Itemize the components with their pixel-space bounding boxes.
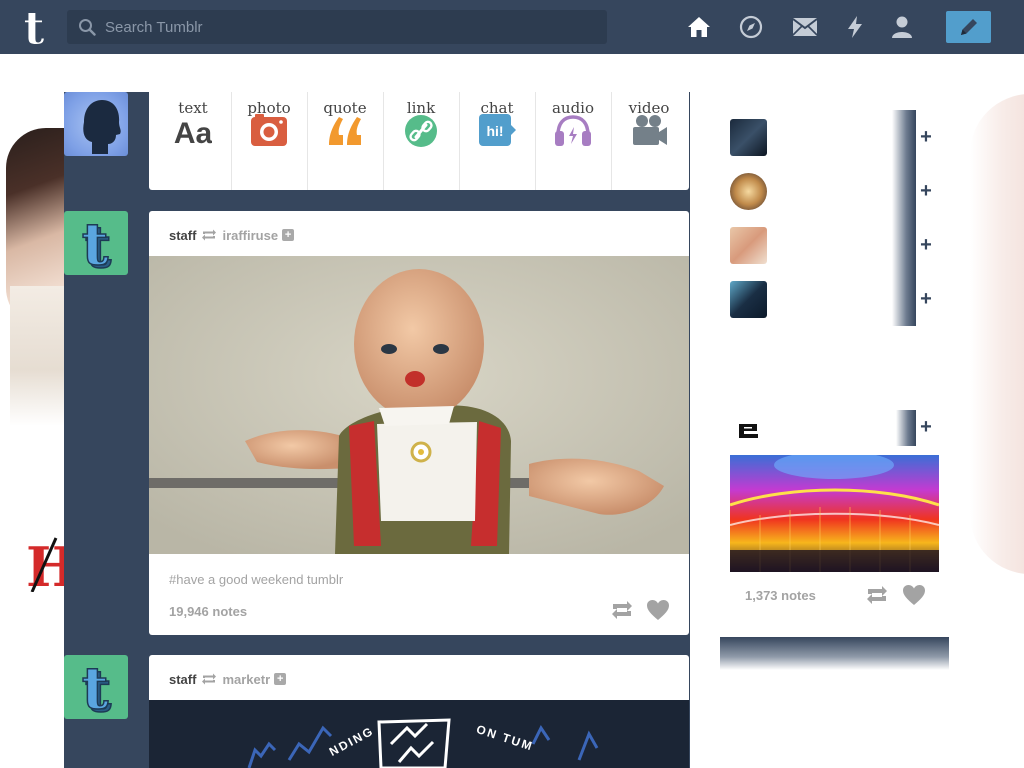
tumblr-t-icon: t t xyxy=(81,655,113,719)
background-image-left: H xyxy=(0,54,64,768)
reblog-source-link[interactable]: iraffiruse xyxy=(222,228,278,243)
staff-avatar[interactable]: t t xyxy=(64,655,128,719)
follow-blog-button[interactable]: + xyxy=(918,288,934,310)
quote-icon xyxy=(329,117,361,145)
new-chat-post-button[interactable]: chat hi! xyxy=(459,92,535,190)
recommended-blog-avatar[interactable] xyxy=(730,119,767,156)
new-video-post-button[interactable]: video xyxy=(611,92,687,190)
post-author-link[interactable]: staff xyxy=(169,672,196,687)
svg-text:t: t xyxy=(82,211,109,275)
chat-icon: hi! xyxy=(479,114,516,146)
radar-like-button[interactable] xyxy=(902,584,926,606)
my-avatar[interactable] xyxy=(64,92,128,156)
silhouette-icon xyxy=(83,100,121,154)
dashboard-post: staff marketr + NDING ON TUM xyxy=(149,655,689,768)
search-icon xyxy=(79,19,96,36)
search-input[interactable] xyxy=(105,10,600,44)
new-photo-post-button[interactable]: photo xyxy=(231,92,307,190)
svg-text:t: t xyxy=(82,655,109,719)
post-header: staff iraffiruse + xyxy=(169,227,295,243)
post-header: staff marketr + xyxy=(169,671,287,687)
tumblr-t-icon: t t xyxy=(81,211,113,275)
blog-name-fade xyxy=(892,164,916,218)
home-icon[interactable] xyxy=(686,14,712,40)
background-sweater xyxy=(10,286,64,426)
tumblr-logo[interactable]: t xyxy=(12,1,56,56)
compose-button[interactable] xyxy=(946,11,991,43)
background-portrait-right xyxy=(970,94,1024,574)
search-box[interactable] xyxy=(67,10,607,44)
text-icon: Aa xyxy=(174,117,212,147)
colorful-dome-image xyxy=(730,455,939,572)
follow-blog-button[interactable]: + xyxy=(918,234,934,256)
svg-text:hi!: hi! xyxy=(486,123,503,139)
dashboard-post: staff iraffiruse + #have a good weekend … xyxy=(149,211,689,635)
follow-source-button[interactable]: + xyxy=(274,673,287,685)
trending-graphic: NDING ON TUM xyxy=(247,718,599,768)
recommended-blog: + xyxy=(730,110,932,171)
blog-name-fade xyxy=(896,410,916,446)
radar-widget: + 1,373 notes xyxy=(730,410,940,610)
account-icon[interactable] xyxy=(889,14,915,40)
link-icon xyxy=(405,115,437,147)
reblog-icon xyxy=(202,229,217,241)
post-photo[interactable]: NDING ON TUM xyxy=(149,700,689,768)
radar-notes-count[interactable]: 1,373 notes xyxy=(745,588,816,603)
post-author-link[interactable]: staff xyxy=(169,228,196,243)
doll-photo xyxy=(149,256,689,554)
new-link-post-button[interactable]: link xyxy=(383,92,459,190)
recommended-blog-avatar[interactable] xyxy=(730,173,767,210)
video-camera-icon xyxy=(633,115,667,145)
reblog-source-link[interactable]: marketr xyxy=(222,672,270,687)
follow-blog-button[interactable]: + xyxy=(918,126,934,148)
recommended-blog-avatar[interactable] xyxy=(730,281,767,318)
follow-blog-button[interactable]: + xyxy=(918,180,934,202)
inbox-icon[interactable] xyxy=(792,14,818,40)
post-tag[interactable]: #have a good weekend tumblr xyxy=(169,572,343,587)
post-photo[interactable] xyxy=(149,256,689,554)
graphic-text-right: ON TUM xyxy=(475,722,536,754)
new-audio-post-button[interactable]: audio xyxy=(535,92,611,190)
background-logo-mark: H xyxy=(26,536,64,592)
post-type-selector: text Aa photo quote link chat hi! audio … xyxy=(149,92,689,190)
pencil-icon xyxy=(960,19,977,35)
like-button[interactable] xyxy=(646,599,670,621)
headphones-icon xyxy=(555,115,591,146)
radar-reblog-button[interactable] xyxy=(865,584,889,606)
follow-source-button[interactable]: + xyxy=(282,229,295,241)
blog-name-fade xyxy=(892,218,916,272)
logo-letter: t xyxy=(23,6,45,48)
staff-avatar[interactable]: t t xyxy=(64,211,128,275)
follow-radar-blog-button[interactable]: + xyxy=(918,416,934,438)
radar-blog-logo[interactable] xyxy=(735,416,763,442)
new-quote-post-button[interactable]: quote xyxy=(307,92,383,190)
svg-text:Aa: Aa xyxy=(174,117,212,147)
post-notes-count[interactable]: 19,946 notes xyxy=(169,604,247,619)
explore-icon[interactable] xyxy=(738,14,764,40)
blog-name-fade xyxy=(892,110,916,164)
top-navigation-bar: t xyxy=(0,0,1024,56)
background-image-right xyxy=(962,54,1024,614)
graphic-text-left: NDING xyxy=(327,724,377,759)
reblog-button[interactable] xyxy=(610,599,634,621)
new-text-post-button[interactable]: text Aa xyxy=(155,92,231,190)
recommended-blog: + xyxy=(730,218,932,279)
activity-icon[interactable] xyxy=(842,14,868,40)
reblog-icon xyxy=(202,673,217,685)
recommended-blog: + xyxy=(730,164,932,225)
radar-post-image[interactable] xyxy=(730,455,939,572)
recommended-blog-avatar[interactable] xyxy=(730,227,767,264)
recommended-blog: + xyxy=(730,272,932,333)
sidebar-footer-fade xyxy=(720,637,949,670)
blog-name-fade xyxy=(892,272,916,326)
camera-icon xyxy=(251,114,287,146)
